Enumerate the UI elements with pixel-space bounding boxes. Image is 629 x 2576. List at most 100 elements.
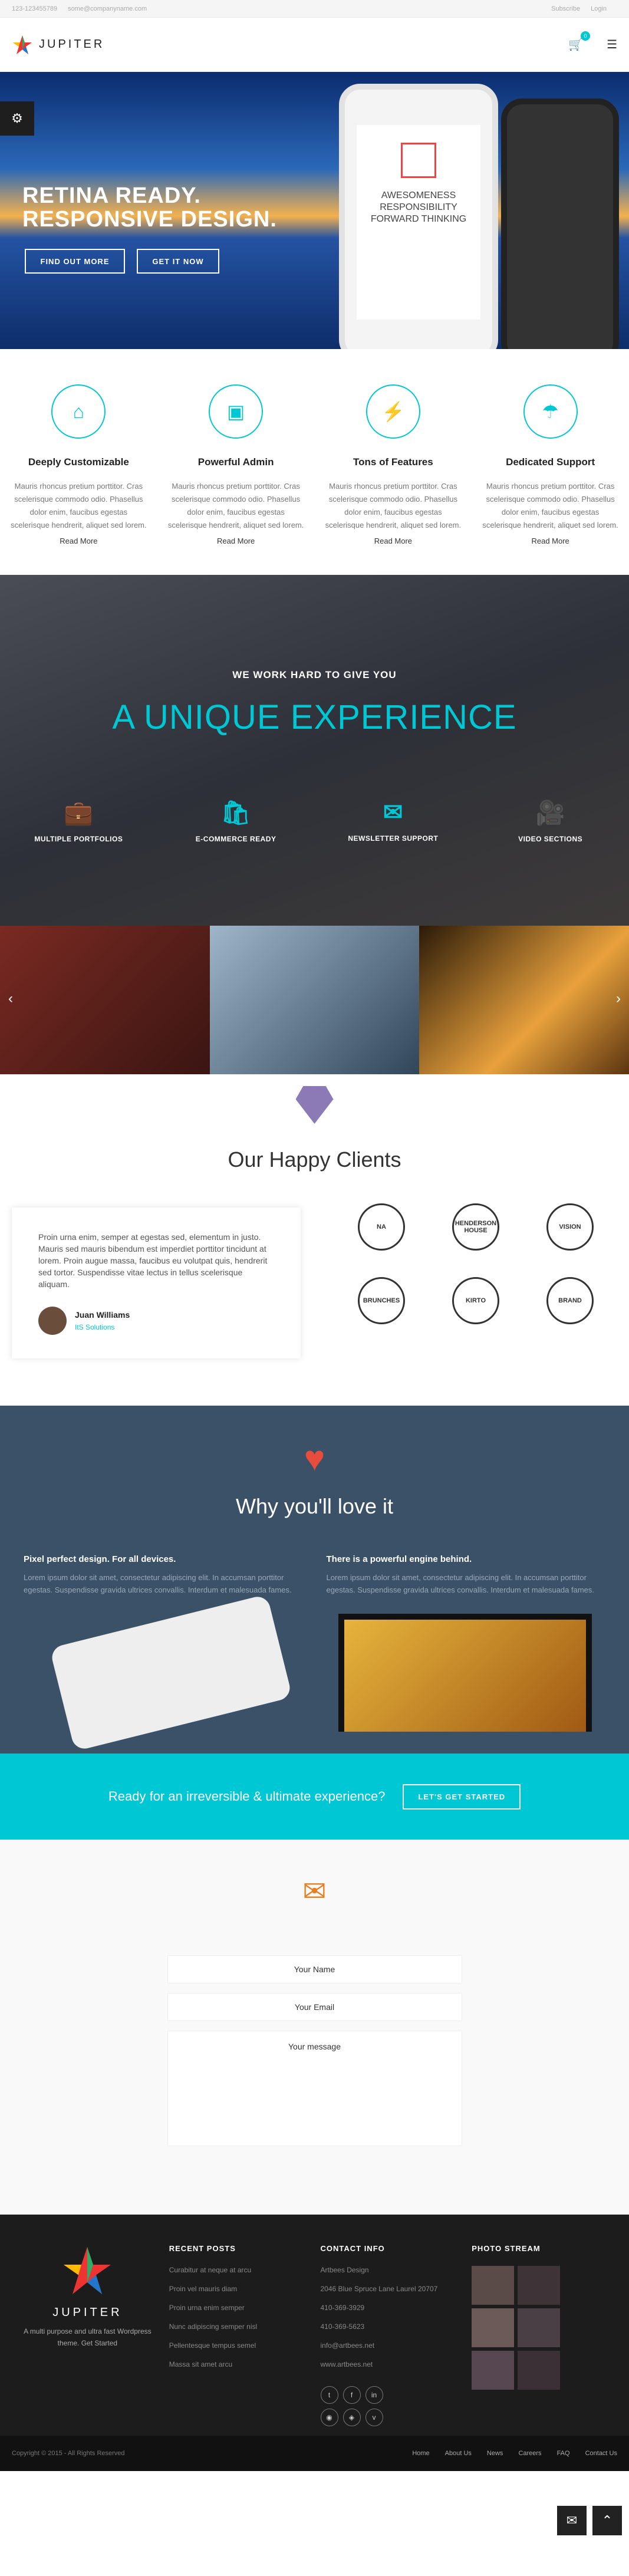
heart-icon: ♥	[304, 1439, 325, 1478]
star-logo-icon	[13, 35, 32, 54]
client-logo[interactable]: VISION	[523, 1199, 617, 1255]
photo-stream-title: PHOTO STREAM	[472, 2244, 541, 2253]
hero-title: RETINA READY. RESPONSIVE DESIGN.	[22, 184, 277, 231]
testimonial-text: Proin urna enim, semper at egestas sed, …	[38, 1232, 268, 1289]
find-out-more-button[interactable]: FIND OUT MORE	[25, 249, 125, 274]
feature-text: Mauris rhoncus pretium porttitor. Cras s…	[167, 482, 304, 529]
client-logo-text: KIRTO	[452, 1277, 499, 1324]
feature-text: Mauris rhoncus pretium porttitor. Cras s…	[482, 482, 618, 529]
read-more-link[interactable]: Read More	[11, 537, 147, 545]
newsletter-feature: ✉ NEWSLETTER SUPPORT	[315, 799, 472, 843]
client-logo[interactable]: KIRTO	[429, 1272, 523, 1328]
footer-nav-contact[interactable]: Contact Us	[585, 2450, 617, 2457]
image-carousel: ‹ ›	[0, 926, 629, 1074]
chevron-right-icon[interactable]: ›	[616, 991, 621, 1007]
read-more-link[interactable]: Read More	[325, 537, 462, 545]
contact-line: Artbees Design	[320, 2266, 369, 2274]
feature-item: ⚡ Tons of Features Mauris rhoncus pretium …	[315, 384, 472, 545]
feature-item: ☂ Dedicated Support Mauris rhoncus pretium…	[472, 384, 629, 545]
linkedin-icon[interactable]: in	[365, 2386, 383, 2404]
video-icon: 🎥	[535, 800, 565, 826]
scroll-top-icon[interactable]: ⌃	[592, 2506, 622, 2535]
footer-nav-faq[interactable]: FAQ	[557, 2450, 570, 2457]
copyright: Copyright © 2015 - All Rights Reserved	[12, 2450, 125, 2457]
footer-nav-about[interactable]: About Us	[445, 2450, 472, 2457]
client-logo[interactable]: NA	[334, 1199, 429, 1255]
photo-thumb[interactable]	[518, 2308, 561, 2347]
hero-section: ⚙ RETINA READY. RESPONSIVE DESIGN. FIND O…	[0, 72, 629, 349]
footer-nav-news[interactable]: News	[487, 2450, 503, 2457]
cart-icon[interactable]: 🛒 0	[568, 31, 591, 52]
menu-icon[interactable]: ☰	[607, 37, 617, 52]
post-link[interactable]: Pellentesque tempus semel	[169, 2341, 309, 2350]
star-logo-icon	[64, 2247, 111, 2294]
photo-thumb[interactable]	[518, 2351, 561, 2390]
twitter-icon[interactable]: t	[320, 2386, 338, 2404]
client-logo-text: VISION	[546, 1203, 594, 1251]
portfolio-feature: 💼 MULTIPLE PORTFOLIOS	[0, 799, 157, 843]
feature-icon: ⚡	[365, 384, 420, 439]
gear-icon[interactable]: ⚙	[0, 101, 34, 136]
read-more-link[interactable]: Read More	[168, 537, 304, 545]
photo-thumb[interactable]	[472, 2351, 515, 2390]
post-link[interactable]: Massa sit amet arcu	[169, 2360, 309, 2368]
cta-text: Ready for an irreversible & ultimate exp…	[108, 1789, 386, 1804]
client-logo[interactable]: HENDERSON HOUSE	[429, 1199, 523, 1255]
top-bar: 123-123455789 some@companyname.com Subscr…	[0, 0, 629, 18]
testimonial-company: ItS Solutions	[75, 1322, 115, 1331]
email-field[interactable]: Your Email	[167, 1993, 462, 2021]
footer-nav-careers[interactable]: Careers	[518, 2450, 541, 2457]
photo-thumb[interactable]	[472, 2308, 515, 2347]
tumblr-icon[interactable]: ◈	[343, 2409, 361, 2426]
feature-title: Deeply Customizable	[28, 456, 129, 468]
rss-icon[interactable]: ◉	[320, 2409, 338, 2426]
chevron-left-icon[interactable]: ‹	[8, 991, 13, 1007]
client-logo-text: HENDERSON HOUSE	[452, 1203, 499, 1251]
site-header: JUPITER 🛒 0 ☰	[0, 18, 629, 72]
post-link[interactable]: Curabitur at neque at arcu	[169, 2266, 309, 2274]
unique-item-label: NEWSLETTER SUPPORT	[348, 834, 439, 843]
get-started-button[interactable]: LET'S GET STARTED	[403, 1784, 521, 1810]
love-title: Why you'll love it	[236, 1494, 393, 1518]
get-it-now-button[interactable]: GET IT NOW	[137, 249, 219, 274]
photo-thumb[interactable]	[472, 2266, 515, 2305]
post-link[interactable]: Proin vel mauris diam	[169, 2285, 309, 2293]
vimeo-icon[interactable]: v	[365, 2409, 383, 2426]
name-field[interactable]: Your Name	[167, 1955, 462, 1983]
contact-line[interactable]: info@artbees.net	[321, 2341, 460, 2350]
unique-item-label: VIDEO SECTIONS	[518, 835, 583, 843]
logo[interactable]: JUPITER	[12, 34, 104, 55]
client-logo[interactable]: BRUNCHES	[334, 1272, 429, 1328]
cta-banner: Ready for an irreversible & ultimate exp…	[0, 1753, 629, 1840]
contact-line: 410-369-3929	[320, 2304, 365, 2312]
client-logo[interactable]: BRAND	[523, 1272, 617, 1328]
contact-line[interactable]: www.artbees.net	[321, 2360, 460, 2368]
read-more-link[interactable]: Read More	[482, 537, 618, 545]
testimonial-author: Juan Williams	[75, 1310, 130, 1320]
phone-mockup	[49, 1594, 293, 1752]
laptop-mockup	[338, 1614, 592, 1732]
love-col1-title: Pixel perfect design. For all devices.	[24, 1554, 176, 1564]
clients-section: Our Happy Clients Proin urna enim, sempe…	[0, 1074, 629, 1406]
phone-mockup: AWESOMENESS RESPONSIBILITY FORWARD THINK…	[339, 84, 498, 349]
post-link[interactable]: Nunc adipiscing semper nisl	[169, 2322, 309, 2331]
client-logo-text: NA	[358, 1203, 405, 1251]
unique-title: A UNIQUE EXPERIENCE	[112, 698, 517, 736]
subscribe-link[interactable]: Subscribe	[551, 5, 580, 12]
mail-fab-icon[interactable]: ✉	[557, 2506, 587, 2535]
contact-form: Your Name Your Email Your message	[167, 1955, 462, 2146]
post-link[interactable]: Proin urna enim semper	[169, 2304, 309, 2312]
mail-icon: ✉	[302, 1876, 327, 1907]
briefcase-icon: 💼	[64, 800, 94, 826]
footer-nav-home[interactable]: Home	[412, 2450, 429, 2457]
client-logo-text: BRUNCHES	[358, 1277, 405, 1324]
feature-title: Dedicated Support	[506, 456, 595, 468]
facebook-icon[interactable]: f	[343, 2386, 361, 2404]
feature-icon: ☂	[523, 384, 578, 439]
message-field[interactable]: Your message	[167, 2031, 462, 2146]
login-link[interactable]: Login	[591, 5, 607, 12]
diamond-icon	[295, 1086, 334, 1124]
email-text[interactable]: some@companyname.com	[68, 5, 147, 12]
photo-thumb[interactable]	[518, 2266, 561, 2305]
unique-subtitle: WE WORK HARD TO GIVE YOU	[232, 669, 397, 680]
